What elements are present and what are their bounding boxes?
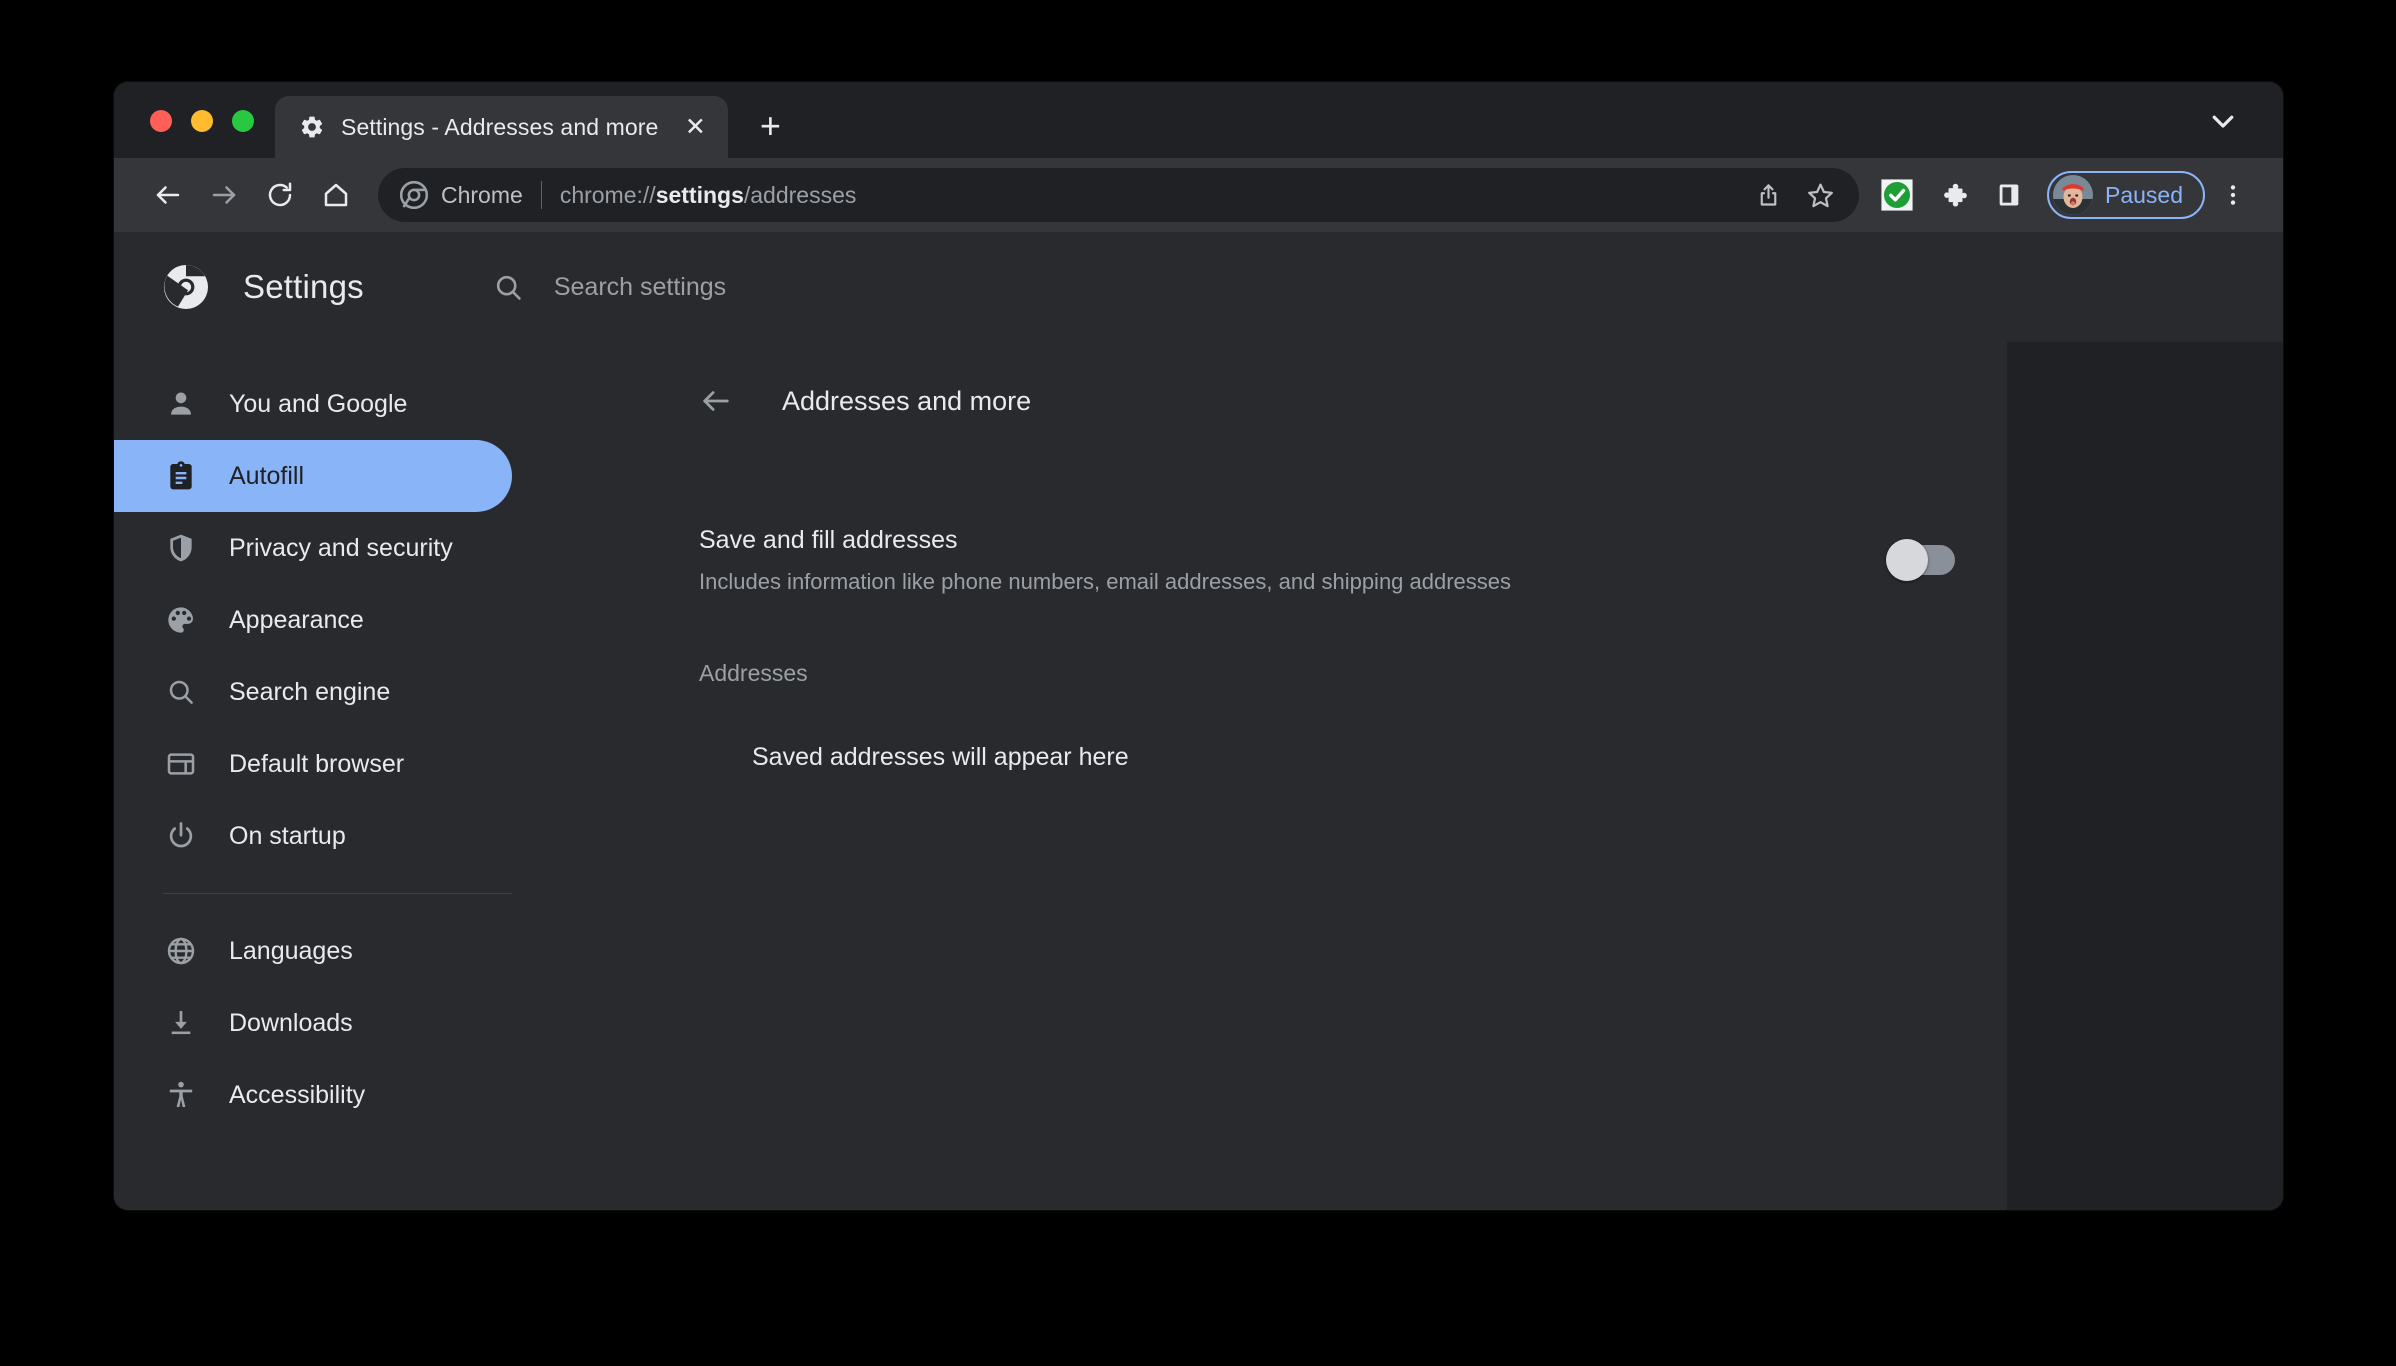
green-check-extension-icon[interactable] bbox=[1869, 167, 1925, 223]
browser-toolbar: Chrome chrome://settings/addresses Pause… bbox=[114, 158, 2283, 232]
omnibox-trailing-icons bbox=[1745, 171, 1845, 219]
sidebar-item-label: Accessibility bbox=[229, 1080, 366, 1109]
subpage-header: Addresses and more bbox=[647, 342, 2007, 460]
back-arrow-icon[interactable] bbox=[699, 384, 733, 418]
reload-icon[interactable] bbox=[252, 167, 308, 223]
settings-main: Addresses and more Save and fill address… bbox=[647, 342, 2283, 1210]
maximize-window-button[interactable] bbox=[232, 110, 254, 132]
save-and-fill-addresses-title: Save and fill addresses bbox=[699, 525, 958, 554]
save-and-fill-addresses-row[interactable]: Save and fill addresses Includes informa… bbox=[647, 508, 2007, 612]
sidebar-item-appearance[interactable]: Appearance bbox=[114, 584, 512, 656]
gear-icon bbox=[299, 114, 325, 140]
save-and-fill-addresses-texts: Save and fill addresses Includes informa… bbox=[699, 526, 1849, 595]
sidebar-item-label: Languages bbox=[229, 936, 353, 965]
sidebar-item-label: Search engine bbox=[229, 677, 391, 706]
profile-status-label: Paused bbox=[2104, 181, 2183, 208]
sidebar-item-label: Downloads bbox=[229, 1008, 353, 1037]
clipboard-icon bbox=[163, 458, 199, 494]
puzzle-piece-icon[interactable] bbox=[1925, 167, 1981, 223]
sidebar-item-label: On startup bbox=[229, 821, 346, 850]
url-suffix: /addresses bbox=[743, 181, 857, 208]
settings-header: Settings Search settings bbox=[114, 232, 2283, 342]
addresses-empty-state: Saved addresses will appear here bbox=[752, 743, 1129, 771]
chrome-logo-icon bbox=[162, 263, 210, 311]
sidebar-item-accessibility[interactable]: Accessibility bbox=[114, 1059, 512, 1131]
browser-window-icon bbox=[163, 746, 199, 782]
search-icon bbox=[493, 272, 524, 303]
shield-icon bbox=[163, 530, 199, 566]
settings-content-card: Addresses and more Save and fill address… bbox=[647, 342, 2007, 1210]
minimize-window-button[interactable] bbox=[191, 110, 213, 132]
avatar bbox=[2052, 175, 2093, 215]
chevron-down-icon[interactable] bbox=[2203, 104, 2243, 138]
traffic-light-buttons bbox=[114, 110, 254, 158]
site-chip-label: Chrome bbox=[441, 181, 523, 208]
star-icon[interactable] bbox=[1797, 171, 1845, 219]
sidebar-item-label: Privacy and security bbox=[229, 533, 453, 562]
url-bold-segment: settings bbox=[655, 181, 744, 208]
home-icon[interactable] bbox=[308, 167, 364, 223]
sidebar-item-label: Autofill bbox=[229, 461, 305, 490]
three-dot-menu-icon[interactable] bbox=[2205, 167, 2261, 223]
browser-window: Settings - Addresses and more ✕ + Chrome… bbox=[114, 82, 2283, 1210]
back-arrow-icon[interactable] bbox=[140, 167, 196, 223]
site-chip[interactable]: Chrome bbox=[400, 181, 523, 209]
url-prefix: chrome:// bbox=[559, 181, 656, 208]
forward-arrow-icon[interactable] bbox=[196, 167, 252, 223]
profile-status-button[interactable]: Paused bbox=[2046, 171, 2205, 219]
addresses-section-title: Addresses bbox=[699, 660, 808, 686]
address-bar[interactable]: Chrome chrome://settings/addresses bbox=[378, 168, 1859, 222]
sidebar-item-default-browser[interactable]: Default browser bbox=[114, 728, 512, 800]
url-text: chrome://settings/addresses bbox=[560, 182, 1745, 209]
sidebar-item-search-engine[interactable]: Search engine bbox=[114, 656, 512, 728]
omnibox-divider bbox=[540, 181, 542, 209]
close-tab-button[interactable]: ✕ bbox=[680, 112, 710, 142]
download-icon bbox=[163, 1005, 199, 1041]
globe-icon bbox=[163, 933, 199, 969]
new-tab-button[interactable]: + bbox=[744, 100, 796, 152]
search-input[interactable]: Search settings bbox=[554, 273, 726, 302]
power-icon bbox=[163, 818, 199, 854]
tab-title: Settings - Addresses and more bbox=[341, 113, 659, 140]
save-and-fill-addresses-description: Includes information like phone numbers,… bbox=[699, 568, 1512, 594]
accessibility-icon bbox=[163, 1077, 199, 1113]
page-title: Settings bbox=[243, 268, 364, 305]
subpage-title: Addresses and more bbox=[782, 385, 1032, 416]
sidebar-item-you-and-google[interactable]: You and Google bbox=[114, 368, 512, 440]
palette-icon bbox=[163, 602, 199, 638]
sidebar-item-downloads[interactable]: Downloads bbox=[114, 987, 512, 1059]
sidebar-item-languages[interactable]: Languages bbox=[114, 915, 512, 987]
sidebar-item-privacy-and-security[interactable]: Privacy and security bbox=[114, 512, 512, 584]
magnifier-icon bbox=[163, 674, 199, 710]
tab-strip: Settings - Addresses and more ✕ + bbox=[114, 82, 2283, 158]
content-background bbox=[2007, 342, 2283, 1210]
save-and-fill-addresses-toggle[interactable] bbox=[1886, 539, 1955, 581]
search-settings-box[interactable]: Search settings bbox=[460, 250, 1751, 324]
chrome-logo-icon bbox=[400, 181, 428, 209]
sidebar-item-label: Appearance bbox=[229, 605, 364, 634]
side-panel-icon[interactable] bbox=[1981, 167, 2037, 223]
settings-page: Settings Search settings You and Google … bbox=[114, 232, 2283, 1210]
close-window-button[interactable] bbox=[150, 110, 172, 132]
sidebar-item-autofill[interactable]: Autofill bbox=[114, 440, 512, 512]
settings-sidebar: You and Google Autofill Privacy and secu… bbox=[114, 342, 647, 1210]
sidebar-item-on-startup[interactable]: On startup bbox=[114, 800, 512, 872]
person-icon bbox=[163, 386, 199, 422]
sidebar-divider bbox=[163, 893, 512, 894]
toggle-knob bbox=[1886, 539, 1928, 581]
settings-body: You and Google Autofill Privacy and secu… bbox=[114, 342, 2283, 1210]
share-icon[interactable] bbox=[1745, 171, 1793, 219]
browser-tab[interactable]: Settings - Addresses and more ✕ bbox=[275, 96, 729, 158]
sidebar-item-label: Default browser bbox=[229, 749, 405, 778]
sidebar-item-label: You and Google bbox=[229, 389, 408, 418]
